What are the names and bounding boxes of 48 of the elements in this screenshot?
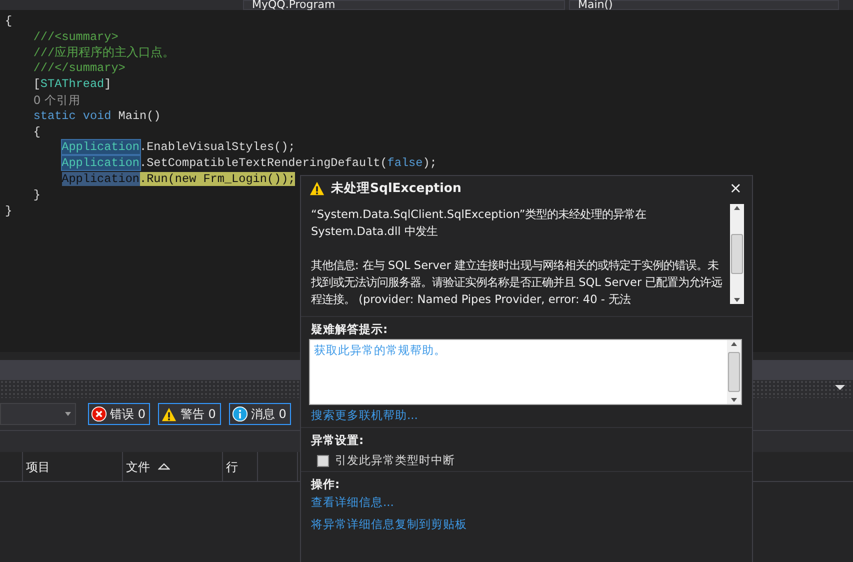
action-link[interactable]: 将异常详细信息复制到剪贴板 — [311, 517, 742, 532]
section-label: 疑难解答提示: — [311, 322, 389, 337]
filter-toggle-button[interactable]: 错误 0 — [88, 403, 150, 425]
code-text: .SetCompatibleTextRenderingDefault( — [140, 156, 388, 170]
code-text: ] — [104, 77, 112, 92]
sort-up-icon[interactable] — [158, 463, 170, 470]
class-dropdown[interactable]: MyQQ.Program — [243, 0, 565, 10]
close-button[interactable]: × — [727, 180, 744, 196]
scrollbar[interactable] — [730, 204, 744, 304]
help-link[interactable]: 搜索更多联机帮助... — [311, 408, 418, 423]
code-text: ); — [422, 156, 437, 170]
dropdown-arrow-icon[interactable] — [835, 385, 845, 390]
member-dropdown[interactable]: Main() — [569, 0, 839, 10]
column-header[interactable]: 项目 — [26, 458, 50, 476]
exception-title: 未处理SqlException — [331, 178, 462, 197]
code-text: } — [33, 188, 40, 202]
highlighted-reference: Application — [62, 140, 140, 154]
code-text: } — [5, 204, 12, 218]
section-label: 操作: — [311, 477, 341, 492]
code-text: .EnableVisualStyles(); — [140, 140, 296, 154]
error-icon — [91, 406, 107, 422]
current-statement: .Run(new Frm_Login()); — [140, 172, 296, 186]
code-comment: ///<summary> — [33, 30, 118, 44]
checkbox-label: 引发此异常类型时中断 — [335, 453, 455, 468]
scrollbar[interactable] — [727, 340, 741, 404]
highlighted-reference: Application — [62, 156, 140, 170]
column-header[interactable]: 行 — [226, 458, 238, 476]
code-text: [ — [33, 77, 40, 92]
code-comment: ///应用程序的主入口点。 — [33, 46, 175, 60]
code-text: { — [33, 124, 40, 139]
warning-icon — [309, 180, 325, 196]
section-label: 异常设置: — [311, 433, 365, 448]
code-text: { — [5, 14, 12, 28]
code-keyword: false — [387, 156, 423, 170]
info-icon — [232, 406, 248, 422]
code-text: Main() — [117, 108, 161, 123]
column-header[interactable]: 文件 — [126, 458, 150, 476]
filter-toggle-button[interactable]: 消息 0 — [228, 403, 292, 425]
reference-count: 0 个引用 — [33, 92, 80, 107]
warning-icon — [161, 406, 178, 422]
filter-toggle-button[interactable]: 警告 0 — [158, 403, 221, 425]
action-link[interactable]: 查看详细信息... — [311, 495, 742, 510]
checkbox[interactable] — [317, 454, 329, 466]
code-keyword: static void — [33, 108, 112, 123]
exception-message: “System.Data.SqlClient.SqlException”类型的未经处理的异常在 System.Data.dll 中发生 — [311, 207, 648, 240]
code-type-name: STAThread — [40, 77, 104, 92]
code-comment: ///</summary> — [33, 61, 126, 76]
exception-message: 其他信息: 在与 SQL Server 建立连接时出现与网络相关的或特定于实例的错误。未找到或无法访问服务器。请验证实例名称是否正确并且 SQL Server 已配置为允许远程连接。 (provider: Named Pipes Provider, error: 40 - 无法 — [311, 258, 724, 308]
